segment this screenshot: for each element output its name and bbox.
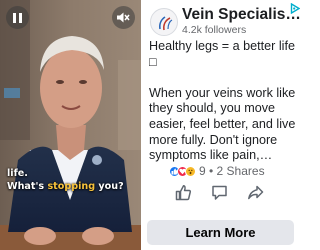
ad-emoji: □ bbox=[149, 54, 157, 69]
pause-icon bbox=[13, 12, 22, 23]
ad-body-text: Healthy legs = a better life □ When your… bbox=[149, 39, 299, 164]
video-player[interactable]: life. What's stopping you? bbox=[0, 0, 141, 250]
ad-headline: Healthy legs = a better life bbox=[149, 39, 295, 53]
ad-description: When your veins work like they should, y… bbox=[149, 85, 296, 163]
learn-more-button[interactable]: Learn More bbox=[147, 220, 294, 245]
thumbs-up-icon bbox=[175, 184, 191, 200]
comment-icon bbox=[211, 185, 227, 200]
page-name[interactable]: Vein Specialis… bbox=[182, 6, 301, 24]
caption-highlight: stopping bbox=[47, 181, 96, 192]
video-caption: life. What's stopping you? bbox=[7, 167, 124, 193]
like-button[interactable] bbox=[172, 181, 194, 203]
share-arrow-icon bbox=[247, 185, 263, 199]
vein-logo-icon bbox=[159, 16, 173, 31]
ad-info-panel: Vein Specialis… 4.2k followers Healthy l… bbox=[141, 0, 301, 250]
share-button[interactable] bbox=[244, 181, 266, 203]
reaction-share-count: 9 • 2 Shares bbox=[199, 164, 265, 178]
follower-count: 4.2k followers bbox=[182, 24, 247, 36]
action-bar bbox=[141, 181, 300, 203]
caption-suffix: you? bbox=[95, 181, 124, 192]
page-avatar[interactable] bbox=[150, 8, 178, 36]
caption-prefix: What's bbox=[7, 181, 48, 192]
adchoices-icon bbox=[290, 2, 301, 15]
video-frame bbox=[0, 0, 141, 250]
wow-reaction-icon bbox=[185, 165, 196, 177]
pause-button[interactable] bbox=[6, 6, 29, 29]
muted-speaker-icon bbox=[117, 12, 130, 23]
comment-button[interactable] bbox=[208, 181, 230, 203]
caption-line-2: What's stopping you? bbox=[7, 180, 124, 193]
adchoices-button[interactable] bbox=[290, 1, 301, 15]
mute-button[interactable] bbox=[112, 6, 135, 29]
caption-line-1: life. bbox=[7, 168, 28, 179]
reactions-summary[interactable]: 9 • 2 Shares bbox=[169, 163, 265, 179]
